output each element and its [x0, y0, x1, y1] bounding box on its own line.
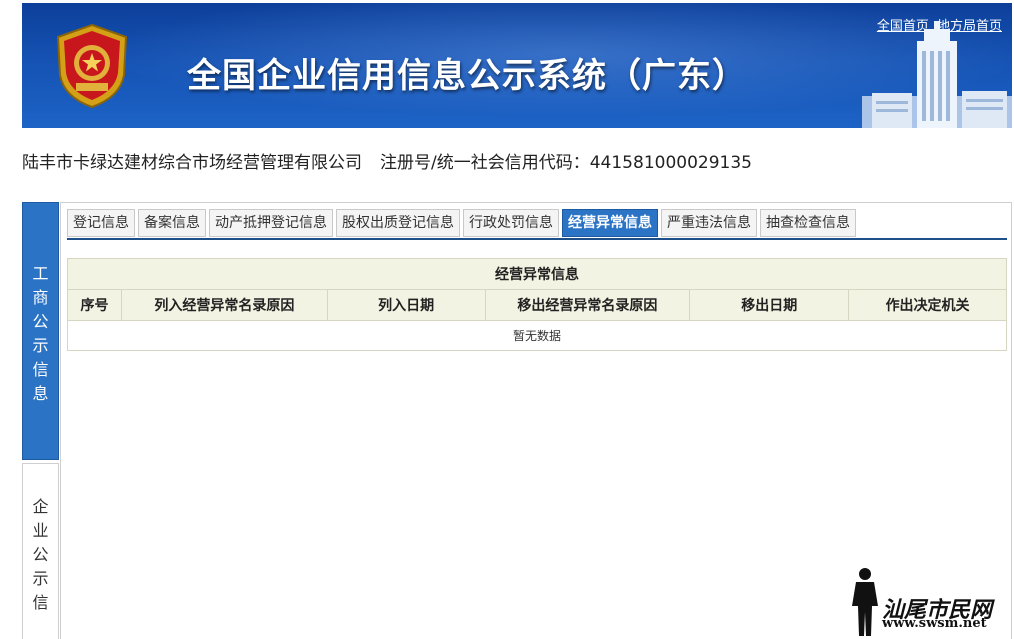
tab-equity-pledge-info[interactable]: 股权出质登记信息	[336, 209, 460, 237]
empty-message: 暂无数据	[67, 320, 1007, 351]
tab-administrative-penalty-info[interactable]: 行政处罚信息	[463, 209, 559, 237]
tab-chattel-mortgage-info[interactable]: 动产抵押登记信息	[209, 209, 333, 237]
side-tab-business-public-info[interactable]: 工商公示信息	[22, 202, 59, 460]
watermark-url: www.swsm.net	[882, 616, 987, 631]
site-watermark: 汕尾市民网 www.swsm.net	[848, 566, 1008, 639]
header-banner: 全国企业信用信息公示系统（广东） 全国首页 地方局首页	[22, 3, 1012, 128]
column-header: 作出决定机关	[848, 289, 1007, 321]
side-tab-label: 工商公示信息	[32, 264, 49, 403]
banner-title: 全国企业信用信息公示系统（广东）	[187, 56, 747, 96]
tab-registration-info[interactable]: 登记信息	[67, 209, 135, 237]
company-name: 陆丰市卡绿达建材综合市场经营管理有限公司	[22, 153, 362, 173]
info-tabs: 登记信息 备案信息 动产抵押登记信息 股权出质登记信息 行政处罚信息 经营异常信…	[67, 209, 856, 239]
person-silhouette-icon	[852, 568, 878, 636]
table-header-row: 序号 列入经营异常名录原因 列入日期 移出经营异常名录原因 移出日期 作出决定机…	[67, 289, 1007, 321]
tab-abnormal-operation-info[interactable]: 经营异常信息	[562, 209, 658, 237]
column-header: 移出经营异常名录原因	[484, 289, 691, 321]
reg-label: 注册号/统一社会信用代码：	[380, 153, 590, 173]
table-caption: 经营异常信息	[67, 258, 1007, 290]
abnormal-info-table: 经营异常信息 序号 列入经营异常名录原因 列入日期 移出经营异常名录原因 移出日…	[67, 258, 1007, 351]
side-tab-enterprise-public-info[interactable]: 企业公示信	[22, 463, 59, 639]
tab-spot-check-info[interactable]: 抽查检查信息	[760, 209, 856, 237]
national-emblem-icon	[56, 23, 128, 109]
tabs-divider	[67, 238, 1007, 240]
tab-serious-violation-info[interactable]: 严重违法信息	[661, 209, 757, 237]
column-header: 列入经营异常名录原因	[120, 289, 328, 321]
column-header: 列入日期	[326, 289, 486, 321]
column-header: 序号	[67, 289, 122, 321]
side-tab-label: 企业公示信	[32, 496, 49, 612]
reg-number: 441581000029135	[589, 153, 752, 173]
building-illustration	[862, 21, 1012, 128]
table-empty-row: 暂无数据	[67, 320, 1007, 351]
table-caption-row: 经营异常信息	[67, 258, 1007, 290]
company-info: 陆丰市卡绿达建材综合市场经营管理有限公司 注册号/统一社会信用代码：4415810…	[22, 148, 752, 173]
tab-filing-info[interactable]: 备案信息	[138, 209, 206, 237]
abnormal-info-table-wrap: 经营异常信息 序号 列入经营异常名录原因 列入日期 移出经营异常名录原因 移出日…	[67, 258, 1007, 351]
column-header: 移出日期	[689, 289, 850, 321]
